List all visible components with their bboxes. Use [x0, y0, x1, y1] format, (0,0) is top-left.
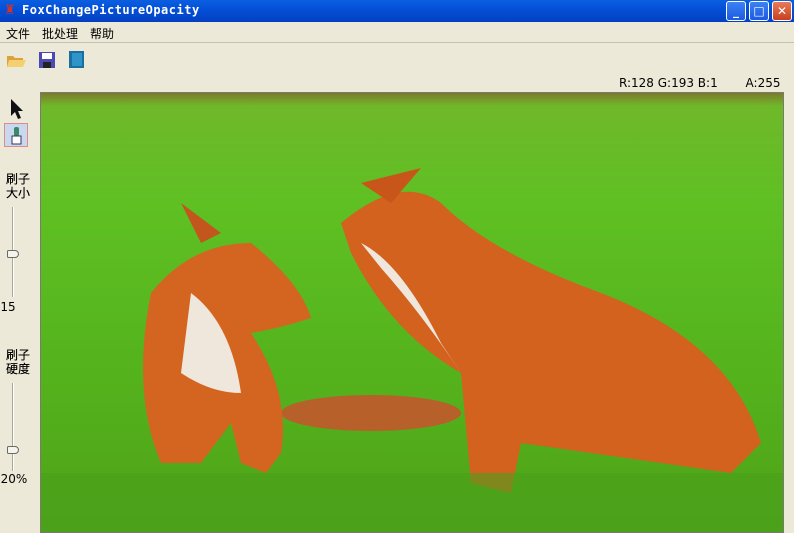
brush-hardness-label-line2: 硬度 [5, 362, 30, 376]
brush-hardness-label-line1: 刷子 [5, 348, 30, 362]
brush-hardness-label-lines: 刷子 硬度 [5, 348, 31, 376]
fox-right [341, 191, 761, 493]
menu-bar: 文件 批处理 帮助 [0, 22, 794, 43]
brush-hardness-value: 20% [0, 472, 28, 486]
brush-hardness-track[interactable] [12, 383, 14, 471]
brush-size-label-line1: 刷子 [5, 172, 30, 186]
rgb-value: R:128 G:193 B:1 [619, 76, 718, 90]
brush-size-label-line2: 大小 [5, 186, 30, 200]
pointer-tool-icon[interactable] [10, 98, 24, 120]
minimize-button[interactable]: _ [726, 1, 746, 21]
alpha-value: A:255 [745, 76, 781, 90]
fox-photo [41, 168, 783, 532]
app-icon: ♜ [4, 3, 16, 18]
export-icon[interactable] [66, 50, 88, 70]
open-icon[interactable] [5, 50, 27, 70]
image-canvas[interactable] [40, 92, 784, 533]
menu-help[interactable]: 帮助 [90, 25, 114, 42]
save-icon[interactable] [36, 50, 58, 70]
brush-size-value: 15 [0, 300, 16, 314]
fox-tail [281, 395, 461, 431]
brush-size-slider-thumb[interactable] [7, 250, 19, 258]
menu-file[interactable]: 文件 [6, 25, 30, 42]
menu-batch[interactable]: 批处理 [42, 25, 78, 42]
close-button[interactable]: ✕ [772, 1, 792, 21]
brush-tool-button[interactable] [4, 123, 28, 147]
maximize-button[interactable]: □ [749, 1, 769, 21]
toolbar [0, 46, 794, 74]
brush-hardness-slider-thumb[interactable] [7, 446, 19, 454]
color-readout: R:128 G:193 B:1 A:255 [619, 76, 780, 90]
tool-panel: 刷子大小 刷子 大小 15 刷子硬度 刷子 硬度 20% [0, 92, 40, 533]
brush-size-label-lines: 刷子 大小 [5, 172, 31, 200]
window-title: FoxChangePictureOpacity [22, 3, 200, 17]
title-bar: ♜ FoxChangePictureOpacity _ □ ✕ [0, 0, 794, 22]
brush-icon [11, 127, 22, 145]
